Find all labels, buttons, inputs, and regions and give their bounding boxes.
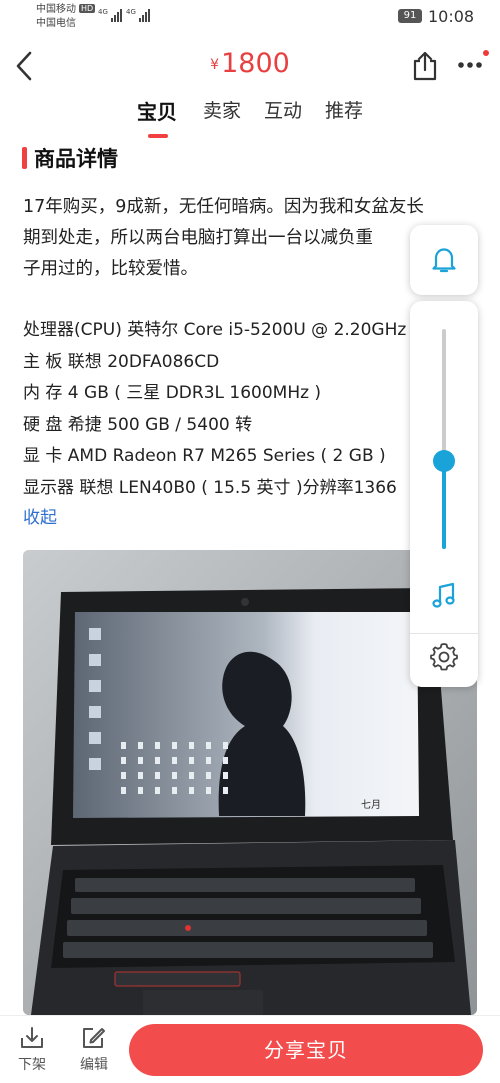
description-line: 子用过的，比较爱惜。 — [23, 259, 198, 279]
spec-gpu: 显 卡 AMD Radeon R7 M265 Series ( 2 GB ) — [23, 446, 386, 466]
tab-bar: 宝贝 卖家 互动 推荐 — [0, 94, 500, 138]
spec-cpu: 处理器(CPU) 英特尔 Core i5-5200U @ 2.20GHz — [23, 320, 407, 340]
spec-memory: 内 存 4 GB ( 三星 DDR3L 1600MHz ) — [23, 383, 322, 403]
tab-interaction[interactable]: 互动 — [264, 96, 302, 123]
spec-display: 显示器 联想 LEN40B0 ( 15.5 英寸 )分辨率1366 — [23, 477, 397, 498]
volume-slider-thumb[interactable] — [433, 450, 455, 472]
edit-icon — [83, 1028, 105, 1048]
section-title-text: 商品详情 — [34, 147, 118, 171]
notification-dot — [483, 50, 489, 56]
bottom-bar: 下架 编辑 分享宝贝 — [0, 1015, 500, 1083]
delist-label: 下架 — [18, 1057, 46, 1073]
volume-panel — [410, 301, 478, 687]
spec-motherboard: 主 板 联想 20DFA086CD — [23, 351, 220, 372]
bell-icon — [432, 248, 456, 273]
signal-2-icon: 4G — [126, 8, 150, 22]
tab-item[interactable]: 宝贝 — [137, 96, 177, 125]
share-button[interactable] — [410, 50, 440, 82]
photo-screen-text: 七月 — [361, 799, 381, 811]
delist-button[interactable]: 下架 — [12, 1026, 52, 1074]
net-type-1: 4G — [98, 8, 108, 16]
settings-button[interactable] — [429, 641, 459, 671]
share-icon — [413, 51, 437, 81]
description-line: 期到处走，所以两台电脑打算出一台以减负重 — [23, 228, 373, 248]
signal-1-icon: 4G — [98, 8, 122, 22]
carrier-1-label: 中国移动 — [36, 4, 76, 15]
clock: 10:08 — [428, 7, 475, 26]
section-title: 商品详情 — [22, 143, 118, 173]
description: 17年购买，9成新，无任何暗病。因为我和女盆友长 期到处走，所以两台电脑打算出一… — [23, 192, 473, 292]
spec-disk: 硬 盘 希捷 500 GB / 5400 转 — [23, 414, 253, 435]
spec-list: 处理器(CPU) 英特尔 Core i5-5200U @ 2.20GHz 主 板… — [23, 315, 418, 504]
carrier-1: 中国移动 HD — [36, 4, 96, 15]
tab-seller[interactable]: 卖家 — [203, 96, 241, 123]
music-icon — [432, 582, 455, 608]
product-photo[interactable]: 七月 — [23, 550, 477, 1015]
delist-icon — [21, 1027, 43, 1048]
price-amount: 1800 — [221, 48, 290, 79]
edit-label: 编辑 — [80, 1057, 108, 1073]
volume-slider-fill — [442, 461, 446, 549]
carrier-2-label: 中国电信 — [36, 18, 76, 29]
music-button[interactable] — [430, 581, 458, 611]
description-line: 17年购买，9成新，无任何暗病。因为我和女盆友长 — [23, 197, 424, 217]
gear-icon — [430, 643, 458, 671]
section-title-bar — [22, 147, 27, 169]
bell-button[interactable] — [410, 225, 478, 295]
hd-badge: HD — [79, 4, 96, 13]
collapse-link[interactable]: 收起 — [23, 503, 57, 528]
panel-divider — [410, 633, 478, 634]
header: ¥1800 宝贝 卖家 互动 推荐 — [0, 34, 500, 138]
tab-indicator — [148, 134, 168, 138]
volume-slider[interactable] — [433, 329, 455, 549]
more-button[interactable] — [455, 50, 489, 80]
floating-toolbar — [410, 225, 478, 687]
battery-icon: 91 — [398, 9, 422, 23]
edit-button[interactable]: 编辑 — [74, 1026, 114, 1074]
laptop-illustration: 七月 — [23, 550, 477, 1015]
share-item-button[interactable]: 分享宝贝 — [129, 1024, 483, 1076]
net-type-2: 4G — [126, 8, 136, 16]
tab-recommend[interactable]: 推荐 — [325, 96, 363, 123]
price-symbol: ¥ — [210, 57, 220, 73]
status-bar: 中国移动 HD 中国电信 4G 4G 91 10:08 — [0, 0, 500, 34]
